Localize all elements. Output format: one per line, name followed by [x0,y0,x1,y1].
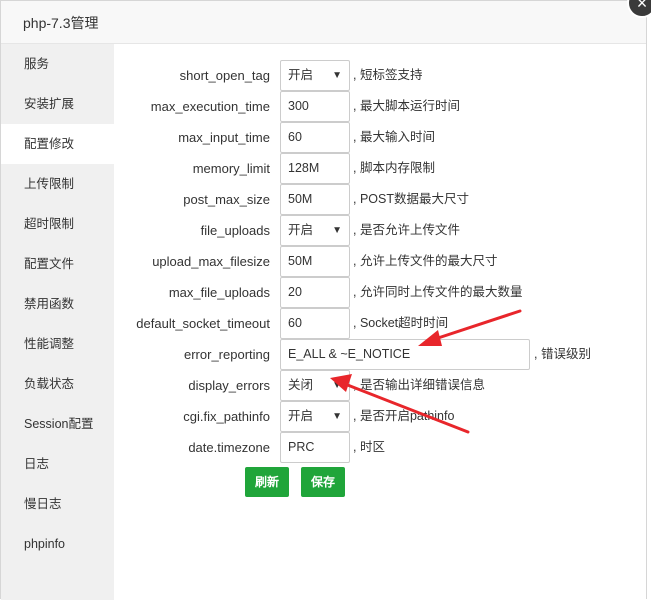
setting-input[interactable]: 60 [280,122,350,153]
dialog-titlebar: php-7.3管理 [1,1,646,44]
config-form: 刷新 保存 short_open_tag 开启 ▼ , 短标签支持 max_execut… [114,44,646,600]
setting-select[interactable]: 开启 ▼ [280,401,350,432]
setting-input[interactable]: 50M [280,184,350,215]
setting-row: max_file_uploads 20 , 允许同时上传文件的最大数量 [114,277,646,308]
sidebar: 服务 安装扩展 配置修改 上传限制 超时限制 配置文件 禁用函数 性能调整 负载状态 Sessio… [1,44,114,600]
setting-input[interactable]: 128M [280,153,350,184]
setting-select[interactable]: 关闭 ▼ [280,370,350,401]
setting-label: memory_limit [192,161,270,176]
sidebar-item[interactable]: 上传限制 [1,164,114,204]
dialog-title: php-7.3管理 [23,15,99,31]
setting-description: , 最大输入时间 [353,130,435,144]
setting-select[interactable]: 开启 ▼ [280,60,350,91]
setting-label: display_errors [188,378,270,393]
setting-select[interactable]: 开启 ▼ [280,215,350,246]
setting-value: E_ALL & ~E_NOTICE [288,347,411,361]
setting-description: , 是否输出详细错误信息 [353,378,485,392]
setting-value: 开启 [288,68,314,82]
setting-row: default_socket_timeout 60 , Socket超时时间 [114,308,646,339]
setting-description: , 允许同时上传文件的最大数量 [353,285,523,299]
setting-description: , 时区 [353,440,385,454]
chevron-down-icon: ▼ [332,380,342,391]
setting-value: 128M [288,161,320,175]
setting-description: , POST数据最大尺寸 [353,192,469,206]
setting-label: error_reporting [184,347,270,362]
sidebar-item[interactable]: 安装扩展 [1,84,114,124]
setting-value: 50M [288,254,313,268]
setting-label: cgi.fix_pathinfo [183,409,270,424]
setting-input[interactable]: 50M [280,246,350,277]
sidebar-item[interactable]: 配置文件 [1,244,114,284]
setting-label: max_input_time [178,130,270,145]
setting-description: , 错误级别 [534,347,591,361]
sidebar-item[interactable]: Session配置 [1,404,114,444]
setting-value: 300 [288,99,309,113]
sidebar-item[interactable]: 慢日志 [1,484,114,524]
setting-row: short_open_tag 开启 ▼ , 短标签支持 [114,60,646,91]
setting-input[interactable]: 20 [280,277,350,308]
refresh-button[interactable]: 刷新 [245,467,290,497]
setting-value: 60 [288,316,302,330]
setting-label: default_socket_timeout [136,316,270,331]
setting-row: file_uploads 开启 ▼ , 是否允许上传文件 [114,215,646,246]
setting-row: max_input_time 60 , 最大输入时间 [114,122,646,153]
sidebar-item[interactable]: 日志 [1,444,114,484]
setting-description: , 允许上传文件的最大尺寸 [353,254,498,268]
setting-value: 开启 [288,409,314,423]
setting-label: short_open_tag [179,68,270,83]
setting-value: 50M [288,192,313,206]
sidebar-item[interactable]: 负载状态 [1,364,114,404]
setting-value: 60 [288,130,302,144]
setting-label: date.timezone [188,440,270,455]
setting-description: , 脚本内存限制 [353,161,435,175]
setting-value: 20 [288,285,302,299]
setting-value: PRC [288,440,315,454]
setting-value: 开启 [288,223,314,237]
sidebar-item[interactable]: phpinfo [1,524,114,564]
sidebar-item[interactable]: 超时限制 [1,204,114,244]
chevron-down-icon: ▼ [332,225,342,236]
setting-row: post_max_size 50M , POST数据最大尺寸 [114,184,646,215]
setting-row: cgi.fix_pathinfo 开启 ▼ , 是否开启pathinfo [114,401,646,432]
setting-description: , 短标签支持 [353,68,423,82]
setting-row: date.timezone PRC , 时区 [114,432,646,463]
setting-label: max_execution_time [150,99,270,114]
php-manager-dialog: php-7.3管理 服务 安装扩展 配置修改 上传限制 超时限制 配置文件 禁用函数 性能调整… [0,0,647,600]
setting-row: max_execution_time 300 , 最大脚本运行时间 [114,91,646,122]
setting-row: display_errors 关闭 ▼ , 是否输出详细错误信息 [114,370,646,401]
setting-label: upload_max_filesize [152,254,270,269]
setting-input[interactable]: 60 [280,308,350,339]
setting-input[interactable]: E_ALL & ~E_NOTICE [280,339,530,370]
setting-description: , 最大脚本运行时间 [353,99,460,113]
setting-description: , 是否允许上传文件 [353,223,460,237]
setting-label: post_max_size [183,192,270,207]
setting-row: memory_limit 128M , 脚本内存限制 [114,153,646,184]
chevron-down-icon: ▼ [332,70,342,81]
setting-description: , Socket超时时间 [353,316,449,330]
save-button[interactable]: 保存 [301,467,346,497]
setting-input[interactable]: PRC [280,432,350,463]
setting-description: , 是否开启pathinfo [353,409,455,423]
sidebar-item[interactable]: 性能调整 [1,324,114,364]
sidebar-item[interactable]: 禁用函数 [1,284,114,324]
setting-label: max_file_uploads [168,285,270,300]
setting-label: file_uploads [200,223,270,238]
sidebar-item[interactable]: 配置修改 [1,124,114,164]
setting-row: error_reporting E_ALL & ~E_NOTICE , 错误级别 [114,339,646,370]
setting-input[interactable]: 300 [280,91,350,122]
setting-value: 关闭 [288,378,314,392]
chevron-down-icon: ▼ [332,411,342,422]
setting-row: upload_max_filesize 50M , 允许上传文件的最大尺寸 [114,246,646,277]
sidebar-item[interactable]: 服务 [1,44,114,84]
